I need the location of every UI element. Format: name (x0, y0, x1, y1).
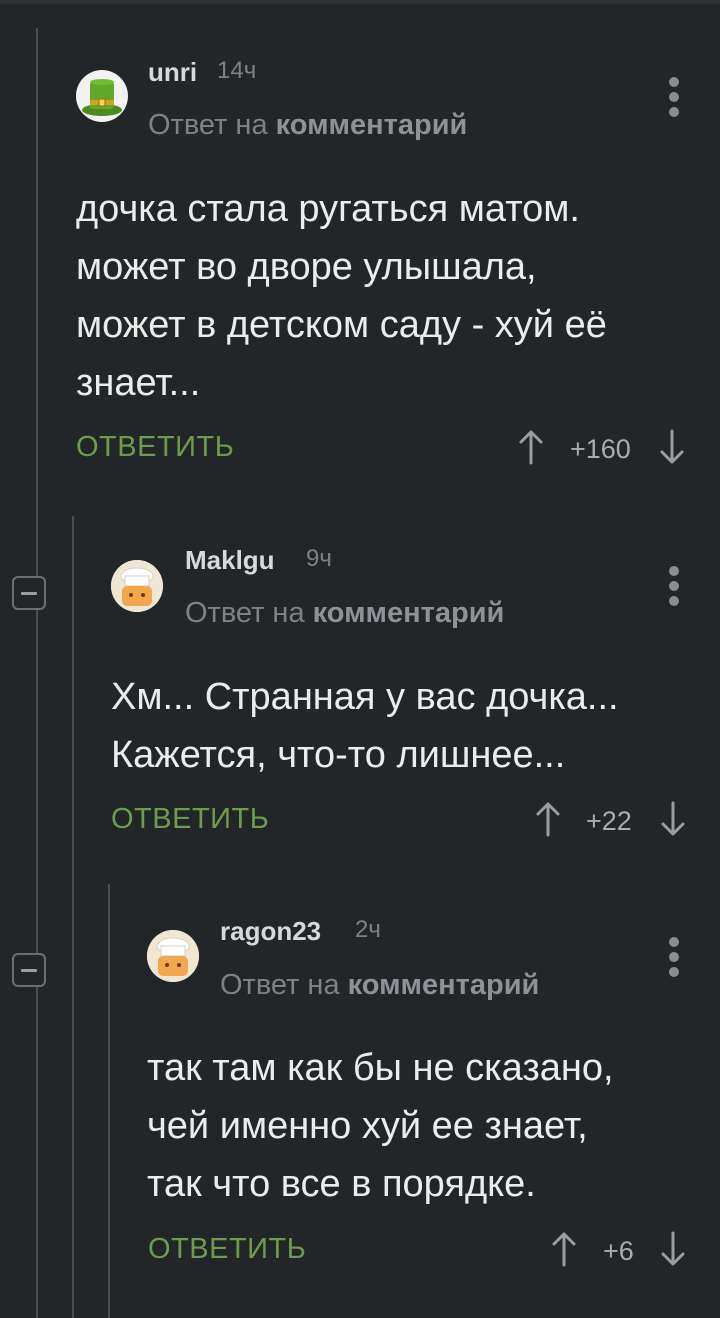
comment: ragon23 2ч Ответ на комментарий так там … (0, 0, 720, 1318)
comment-text: так там как бы не сказано, чей именно ху… (147, 1039, 707, 1213)
more-options-icon[interactable] (668, 937, 680, 982)
comment-text-line: чей именно хуй ее знает, (147, 1105, 588, 1147)
reply-to-comment-link[interactable]: комментарий (348, 969, 540, 1001)
timestamp: 2ч (355, 916, 381, 943)
reply-button[interactable]: ОТВЕТИТЬ (148, 1233, 306, 1266)
username[interactable]: ragon23 (220, 916, 321, 947)
reply-to-line: Ответ на комментарий (220, 969, 539, 1002)
avatar[interactable] (147, 930, 199, 982)
chef-hat-icon (147, 930, 199, 982)
vote-score: +6 (603, 1236, 634, 1266)
reply-to-prefix: Ответ на (220, 969, 340, 1001)
comment-text-line: так там как бы не сказано, (147, 1047, 614, 1089)
comment-text-line: так что все в порядке. (147, 1163, 536, 1205)
downvote-arrow-icon[interactable] (660, 1231, 686, 1267)
upvote-arrow-icon[interactable] (551, 1231, 577, 1267)
